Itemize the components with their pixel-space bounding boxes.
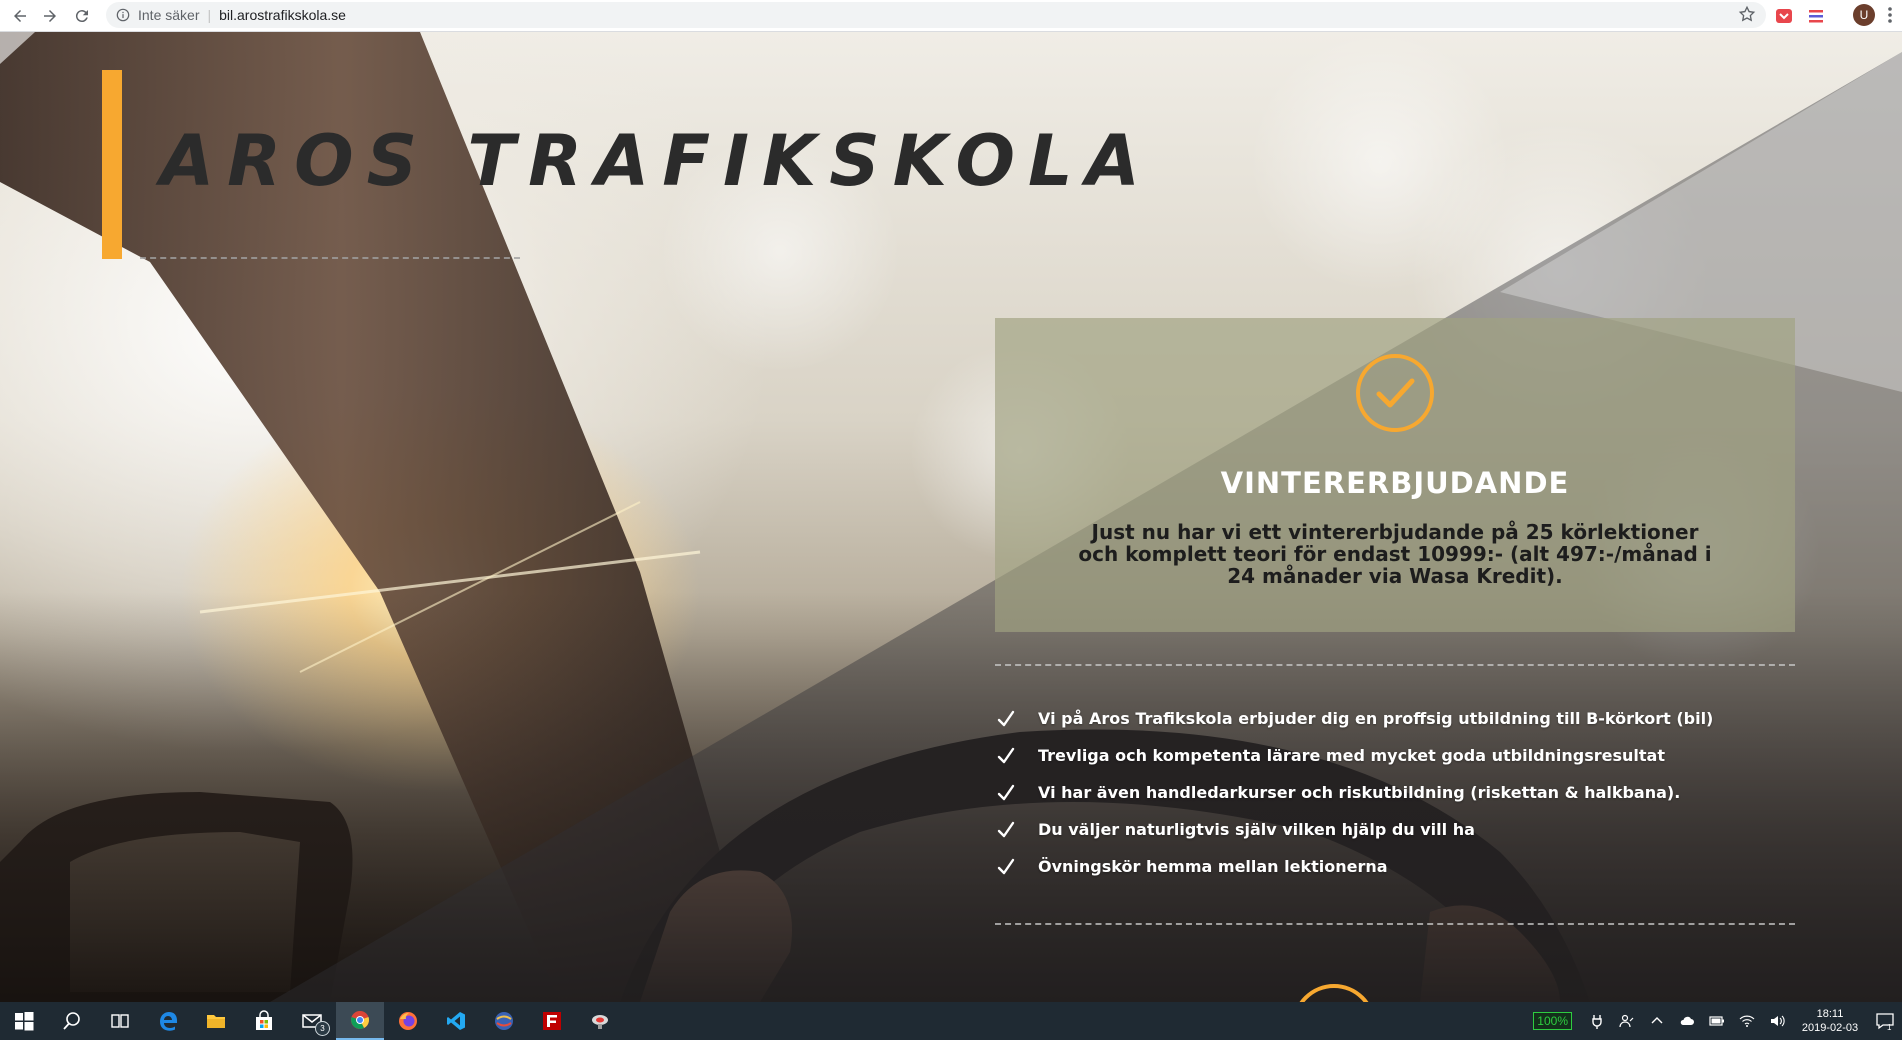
brand-divider (140, 257, 520, 259)
feature-list: Vi på Aros Trafikskola erbjuder dig en p… (996, 700, 1713, 885)
features-divider-top (995, 664, 1795, 666)
taskbar-mail[interactable]: 3 (288, 1002, 336, 1040)
browser-menu-icon[interactable] (1884, 4, 1896, 26)
winter-offer-box: VINTERERBJUDANDE Just nu har vi ett vint… (995, 318, 1795, 632)
clock-time: 18:11 (1816, 1008, 1844, 1020)
check-icon (997, 821, 1015, 837)
volume-icon[interactable] (1769, 1013, 1785, 1029)
check-icon (997, 858, 1015, 874)
list-item: Du väljer naturligtvis själv vilken hjäl… (996, 811, 1713, 848)
battery-indicator[interactable]: 100% (1533, 1012, 1572, 1030)
search-icon (63, 1012, 80, 1030)
taskbar-firefox[interactable] (384, 1002, 432, 1040)
clock-date: 2019-02-03 (1801, 1022, 1859, 1034)
system-clock[interactable]: 18:11 2019-02-03 (1792, 1007, 1868, 1035)
info-icon[interactable] (116, 8, 130, 22)
taskbar-store[interactable] (240, 1002, 288, 1040)
wifi-icon[interactable] (1739, 1013, 1755, 1029)
omnibox-separator: | (207, 7, 212, 23)
taskbar-file-explorer[interactable] (192, 1002, 240, 1040)
mail-unread-badge: 3 (315, 1021, 330, 1036)
feature-text: Vi har även handledarkurser och riskutbi… (1038, 783, 1681, 802)
task-view-button[interactable] (96, 1002, 144, 1040)
check-icon (997, 784, 1015, 800)
windows-logo-icon (15, 1012, 34, 1031)
windows-taskbar: 3 100% 18:11 2019-02-03 1 (0, 1002, 1902, 1040)
chevron-up-icon[interactable] (1649, 1013, 1665, 1029)
reload-button[interactable] (66, 0, 98, 32)
taskbar-chrome[interactable] (336, 1002, 384, 1040)
back-button[interactable] (4, 0, 36, 32)
search-button[interactable] (48, 1002, 96, 1040)
taskbar-app-globe[interactable] (480, 1002, 528, 1040)
power-plug-icon[interactable] (1589, 1013, 1605, 1029)
taskbar-vscode[interactable] (432, 1002, 480, 1040)
edge-icon (160, 1012, 177, 1031)
cloud-icon[interactable] (1679, 1013, 1695, 1029)
back-arrow-icon (14, 10, 26, 22)
list-item: Trevliga och kompetenta lärare med mycke… (996, 737, 1713, 774)
taskbar-app-misc[interactable] (576, 1002, 624, 1040)
url-text[interactable]: bil.arostrafikskola.se (219, 7, 346, 23)
people-icon[interactable] (1619, 1013, 1635, 1029)
taskbar-edge[interactable] (144, 1002, 192, 1040)
check-circle-icon (1356, 354, 1434, 432)
action-center-button[interactable]: 1 (1868, 1002, 1902, 1040)
list-item: Vi på Aros Trafikskola erbjuder dig en p… (996, 700, 1713, 737)
profile-avatar[interactable]: U (1853, 4, 1875, 26)
list-item: Vi har även handledarkurser och riskutbi… (996, 774, 1713, 811)
list-item: Övningskör hemma mellan lektionerna (996, 848, 1713, 885)
forward-button[interactable] (34, 0, 66, 32)
folder-icon (207, 1015, 225, 1028)
offer-title: VINTERERBJUDANDE (1220, 466, 1570, 500)
feature-text: Vi på Aros Trafikskola erbjuder dig en p… (1038, 709, 1714, 728)
filezilla-icon (543, 1012, 561, 1030)
forward-arrow-icon (44, 10, 56, 22)
chrome-icon (351, 1011, 369, 1029)
check-icon (997, 710, 1015, 726)
firefox-icon (399, 1012, 417, 1030)
store-bag-icon (256, 1010, 272, 1030)
offer-description: Just nu har vi ett vintererbjudande på 2… (1078, 520, 1712, 588)
task-view-icon (111, 1014, 129, 1028)
misc-app-icon (592, 1015, 608, 1029)
vscode-icon (447, 1012, 465, 1030)
browser-toolbar: Inte säker | bil.arostrafikskola.se U (0, 0, 1902, 32)
menu-extension-icon[interactable] (1806, 6, 1826, 26)
brand-accent-bar (102, 70, 122, 259)
feature-text: Trevliga och kompetenta lärare med mycke… (1038, 746, 1665, 765)
taskbar-filezilla[interactable] (528, 1002, 576, 1040)
brand-title: AROS TRAFIKSKOLA (160, 120, 1153, 202)
feature-text: Övningskör hemma mellan lektionerna (1038, 857, 1388, 876)
system-tray: 100% 18:11 2019-02-03 1 (1533, 1002, 1902, 1040)
pocket-extension-icon[interactable] (1774, 6, 1794, 26)
security-label: Inte säker (138, 7, 200, 23)
battery-icon[interactable] (1709, 1013, 1725, 1029)
globe-app-icon (495, 1012, 513, 1030)
address-bar[interactable]: Inte säker | bil.arostrafikskola.se (106, 2, 1766, 28)
hero-section: AROS TRAFIKSKOLA VINTERERBJUDANDE Just n… (0, 32, 1902, 1002)
feature-text: Du väljer naturligtvis själv vilken hjäl… (1038, 820, 1475, 839)
notification-count: 1 (1887, 1023, 1892, 1031)
start-button[interactable] (0, 1002, 48, 1040)
reload-icon (75, 10, 88, 23)
features-divider-bottom (995, 923, 1795, 925)
check-icon (997, 747, 1015, 763)
bookmark-star-icon[interactable] (1738, 5, 1756, 23)
notification-icon: 1 (1876, 1013, 1894, 1031)
